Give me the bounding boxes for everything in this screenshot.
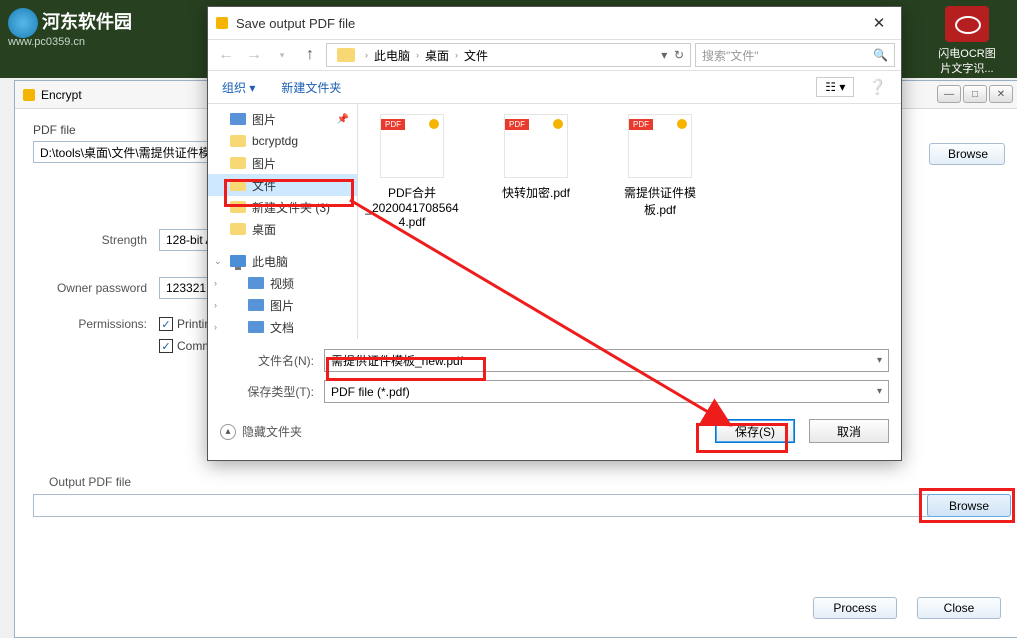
ocr-app-icon xyxy=(945,6,989,42)
filetype-select[interactable]: PDF file (*.pdf)▾ xyxy=(324,380,889,403)
view-mode-button[interactable]: ☷ ▾ xyxy=(816,77,854,97)
pictures-icon xyxy=(230,113,246,125)
folder-icon xyxy=(230,135,246,147)
documents-icon xyxy=(248,321,264,333)
pdf-file-icon: PDF xyxy=(380,114,444,178)
tree-item[interactable]: 桌面 xyxy=(208,218,357,240)
encrypt-title: Encrypt xyxy=(41,88,82,102)
browse-input-button[interactable]: Browse xyxy=(929,143,1005,165)
maximize-button[interactable]: □ xyxy=(963,85,987,103)
expander-icon[interactable]: › xyxy=(214,278,217,288)
filetype-label: 保存类型(T): xyxy=(220,383,324,400)
commenting-checkbox[interactable] xyxy=(159,339,173,353)
nav-forward-button[interactable]: → xyxy=(242,43,266,67)
printing-checkbox[interactable] xyxy=(159,317,173,331)
pictures-icon xyxy=(248,299,264,311)
file-name: 需提供证件模板.pdf xyxy=(624,186,696,217)
tree-item[interactable]: ›文档 xyxy=(208,316,357,338)
desktop-shortcut-label: 闪电OCR图片文字识... xyxy=(938,48,995,75)
nav-bar: ← → ▾ ↑ › 此电脑› 桌面› 文件 ▾ ↻ 搜索"文件" 🔍 xyxy=(208,39,901,71)
file-item[interactable]: PDF 快转加密.pdf xyxy=(488,114,584,201)
tree-item[interactable]: ›图片 xyxy=(208,294,357,316)
breadcrumb-segment[interactable]: 文件 xyxy=(464,47,488,64)
close-button[interactable]: ✕ xyxy=(989,85,1013,103)
expander-icon[interactable]: ⌄ xyxy=(214,256,222,267)
file-name: PDF合并_2020041708564 4.pdf xyxy=(365,186,458,229)
chevron-down-icon[interactable]: ▾ xyxy=(877,386,882,397)
cancel-button[interactable]: 取消 xyxy=(809,419,889,443)
lock-overlay-icon xyxy=(553,119,563,129)
file-name: 快转加密.pdf xyxy=(502,186,570,200)
watermark-logo-icon xyxy=(8,8,38,38)
tree-item-this-pc[interactable]: ⌄此电脑 xyxy=(208,250,357,272)
new-folder-button[interactable]: 新建文件夹 xyxy=(281,79,341,96)
breadcrumb-segment[interactable]: 此电脑 xyxy=(374,47,410,64)
filename-input[interactable]: 需提供证件模板_new.pdf▾ xyxy=(324,349,889,372)
help-icon[interactable]: ❔ xyxy=(868,78,887,96)
collapse-icon: ▴ xyxy=(220,424,236,440)
organize-menu[interactable]: 组织 ▾ xyxy=(222,79,255,96)
strength-label: Strength xyxy=(33,233,159,247)
lock-overlay-icon xyxy=(429,119,439,129)
output-file-input[interactable] xyxy=(33,494,1005,517)
pdf-file-icon: PDF xyxy=(628,114,692,178)
tree-item[interactable]: 图片📌 xyxy=(208,108,357,130)
search-icon: 🔍 xyxy=(873,48,888,62)
lock-overlay-icon xyxy=(677,119,687,129)
minimize-button[interactable]: — xyxy=(937,85,961,103)
permissions-label: Permissions: xyxy=(33,317,159,331)
folder-tree: 图片📌 bcryptdg 图片 文件 新建文件夹 (3) 桌面 ⌄此电脑 ›视频… xyxy=(208,104,358,339)
nav-up-button[interactable]: ↑ xyxy=(298,43,322,67)
expander-icon[interactable]: › xyxy=(214,300,217,310)
dialog-toolbar: 组织 ▾ 新建文件夹 ☷ ▾ ❔ xyxy=(208,71,901,103)
owner-password-label: Owner password xyxy=(33,281,159,295)
desktop-shortcut[interactable]: 闪电OCR图片文字识... xyxy=(937,6,997,76)
tree-item[interactable]: 图片 xyxy=(208,152,357,174)
chevron-down-icon[interactable]: ▾ xyxy=(877,355,882,366)
pdf-file-icon: PDF xyxy=(504,114,568,178)
folder-icon xyxy=(230,179,246,191)
save-button[interactable]: 保存(S) xyxy=(715,419,795,443)
pin-icon: 📌 xyxy=(337,114,349,125)
close-button-bottom[interactable]: Close xyxy=(917,597,1001,619)
hide-folders-toggle[interactable]: ▴ 隐藏文件夹 xyxy=(220,423,302,440)
videos-icon xyxy=(248,277,264,289)
save-dialog-titlebar: Save output PDF file ✕ xyxy=(208,7,901,39)
filename-label: 文件名(N): xyxy=(220,352,324,369)
this-pc-icon xyxy=(230,255,246,267)
search-input[interactable]: 搜索"文件" 🔍 xyxy=(695,43,895,67)
browse-output-button[interactable]: Browse xyxy=(927,494,1011,517)
nav-recent-dropdown[interactable]: ▾ xyxy=(270,43,294,67)
output-file-label: Output PDF file xyxy=(49,475,131,489)
tree-item[interactable]: ›视频 xyxy=(208,272,357,294)
folder-icon xyxy=(230,157,246,169)
expander-icon[interactable]: › xyxy=(214,322,217,332)
search-placeholder: 搜索"文件" xyxy=(702,47,759,64)
pdf-file-input[interactable] xyxy=(33,141,215,163)
file-item[interactable]: PDF 需提供证件模板.pdf xyxy=(612,114,708,218)
tree-item[interactable]: 新建文件夹 (3) xyxy=(208,196,357,218)
save-dialog-title: Save output PDF file xyxy=(236,16,355,31)
lock-icon xyxy=(216,17,228,29)
site-watermark: 河东软件园 www.pc0359.cn xyxy=(8,8,132,48)
folder-icon xyxy=(337,48,355,62)
lock-icon xyxy=(23,89,35,101)
tree-item[interactable]: bcryptdg xyxy=(208,130,357,152)
save-dialog: Save output PDF file ✕ ← → ▾ ↑ › 此电脑› 桌面… xyxy=(207,6,902,461)
process-button[interactable]: Process xyxy=(813,597,897,619)
file-list[interactable]: PDF PDF合并_2020041708564 4.pdf PDF 快转加密.p… xyxy=(358,104,901,339)
nav-back-button[interactable]: ← xyxy=(214,43,238,67)
address-bar[interactable]: › 此电脑› 桌面› 文件 ▾ ↻ xyxy=(326,43,691,67)
folder-icon xyxy=(230,223,246,235)
folder-icon xyxy=(230,201,246,213)
breadcrumb-segment[interactable]: 桌面 xyxy=(425,47,449,64)
dialog-close-button[interactable]: ✕ xyxy=(857,7,901,39)
file-item[interactable]: PDF PDF合并_2020041708564 4.pdf xyxy=(364,114,460,229)
tree-item[interactable]: 文件 xyxy=(208,174,357,196)
